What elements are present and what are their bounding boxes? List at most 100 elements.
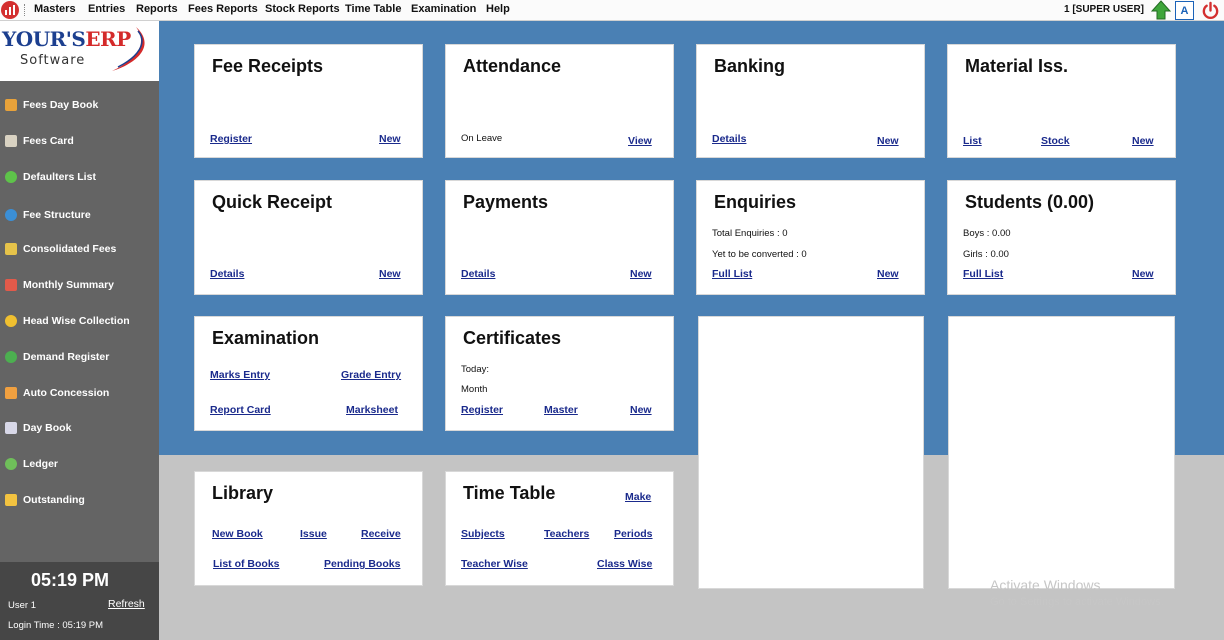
app-chart-icon[interactable] — [1, 1, 19, 19]
card-icon — [5, 135, 17, 147]
daybook-icon — [5, 422, 17, 434]
material-stock-link[interactable]: Stock — [1041, 135, 1070, 147]
receive-link[interactable]: Receive — [361, 528, 401, 540]
sidebar-item-label: Day Book — [23, 422, 72, 434]
menu-examination[interactable]: Examination — [411, 3, 476, 15]
new-book-link[interactable]: New Book — [212, 528, 263, 540]
menu-masters[interactable]: Masters — [34, 3, 76, 15]
menu-entries[interactable]: Entries — [88, 3, 125, 15]
periods-link[interactable]: Periods — [614, 528, 653, 540]
teachers-link[interactable]: Teachers — [544, 528, 589, 540]
sidebar-item-label: Consolidated Fees — [23, 243, 117, 255]
issue-link[interactable]: Issue — [300, 528, 327, 540]
card-library: Library New Book Issue Receive List of B… — [194, 471, 423, 586]
fee-receipts-register-link[interactable]: Register — [210, 133, 252, 145]
card-title: Enquiries — [714, 192, 797, 212]
power-icon[interactable] — [1201, 1, 1220, 20]
card-quick-receipt: Quick Receipt Details New — [194, 180, 423, 295]
report-card-link[interactable]: Report Card — [210, 404, 271, 416]
font-size-button[interactable]: A — [1175, 1, 1194, 20]
teacher-wise-link[interactable]: Teacher Wise — [461, 558, 528, 570]
certificates-master-link[interactable]: Master — [544, 404, 578, 416]
sidebar-item-head-wise-collection[interactable]: Head Wise Collection — [0, 311, 159, 333]
menu-separator — [24, 4, 26, 16]
card-title: Payments — [463, 192, 549, 212]
menu-fees-reports[interactable]: Fees Reports — [188, 3, 258, 15]
girls-count: Girls : 0.00 — [963, 249, 1009, 260]
sidebar-item-label: Defaulters List — [23, 171, 96, 183]
marks-entry-link[interactable]: Marks Entry — [210, 369, 270, 381]
menu-stock-reports[interactable]: Stock Reports — [265, 3, 340, 15]
clock: 05:19 PM — [30, 570, 110, 590]
sidebar-item-ledger[interactable]: Ledger — [0, 454, 159, 476]
sidebar-item-fees-day-book[interactable]: Fees Day Book — [0, 95, 159, 117]
menu-time-table[interactable]: Time Table — [345, 3, 401, 15]
attendance-view-link[interactable]: View — [628, 135, 652, 147]
list-of-books-link[interactable]: List of Books — [213, 558, 280, 570]
sidebar-item-label: Demand Register — [23, 351, 110, 363]
sidebar-item-defaulters-list[interactable]: Defaulters List — [0, 167, 159, 189]
material-new-link[interactable]: New — [1132, 135, 1154, 147]
enquiries-full-list-link[interactable]: Full List — [712, 268, 752, 280]
ledger-icon — [5, 458, 17, 470]
certificates-month: Month — [461, 384, 488, 395]
quick-receipt-new-link[interactable]: New — [379, 268, 401, 280]
yet-to-convert: Yet to be converted : 0 — [712, 249, 807, 260]
card-title: Fee Receipts — [212, 56, 324, 76]
sidebar-item-fees-card[interactable]: Fees Card — [0, 131, 159, 153]
sidebar-item-day-book[interactable]: Day Book — [0, 418, 159, 440]
logo-swoosh-icon — [112, 27, 145, 71]
sidebar-item-consolidated-fees[interactable]: Consolidated Fees — [0, 239, 159, 261]
on-leave-label: On Leave — [461, 133, 503, 144]
card-students: Students (0.00) Boys : 0.00 Girls : 0.00… — [947, 180, 1176, 295]
activation-watermark-title: Activate Windows — [990, 577, 1101, 593]
students-full-list-link[interactable]: Full List — [963, 268, 1003, 280]
empty-panel-right — [948, 316, 1175, 589]
upload-arrow-icon[interactable] — [1151, 0, 1171, 20]
card-title: Material Iss. — [965, 56, 1069, 76]
card-title: Certificates — [463, 328, 562, 348]
pending-books-link[interactable]: Pending Books — [324, 558, 400, 570]
session-user: User 1 — [8, 600, 36, 611]
card-material-issue: Material Iss. List Stock New — [947, 44, 1176, 158]
payments-new-link[interactable]: New — [630, 268, 652, 280]
enquiries-new-link[interactable]: New — [877, 268, 899, 280]
subjects-link[interactable]: Subjects — [461, 528, 505, 540]
menu-reports[interactable]: Reports — [136, 3, 178, 15]
sidebar-item-fee-structure[interactable]: Fee Structure — [0, 205, 159, 227]
sidebar-item-label: Fee Structure — [23, 209, 91, 221]
sidebar-item-label: Ledger — [23, 458, 59, 470]
sidebar-item-label: Monthly Summary — [23, 279, 115, 291]
certificates-register-link[interactable]: Register — [461, 404, 503, 416]
card-fee-receipts: Fee Receipts Register New — [194, 44, 423, 158]
menu-help[interactable]: Help — [486, 3, 510, 15]
sidebar-item-label: Fees Card — [23, 135, 74, 147]
grade-entry-link[interactable]: Grade Entry — [341, 369, 401, 381]
sidebar-item-outstanding[interactable]: Outstanding — [0, 490, 159, 512]
class-wise-link[interactable]: Class Wise — [597, 558, 652, 570]
outstanding-icon — [5, 494, 17, 506]
collection-icon — [5, 315, 17, 327]
sidebar-item-label: Outstanding — [23, 494, 85, 506]
payments-details-link[interactable]: Details — [461, 268, 495, 280]
students-new-link[interactable]: New — [1132, 268, 1154, 280]
session-panel: 05:19 PM User 1 Refresh Login Time : 05:… — [0, 562, 159, 640]
certificates-new-link[interactable]: New — [630, 404, 652, 416]
timetable-make-link[interactable]: Make — [625, 491, 651, 503]
card-title: Banking — [714, 56, 786, 76]
material-list-link[interactable]: List — [963, 135, 982, 147]
fee-receipts-new-link[interactable]: New — [379, 133, 401, 145]
sidebar-item-demand-register[interactable]: Demand Register — [0, 347, 159, 369]
card-title: Attendance — [463, 56, 562, 76]
quick-receipt-details-link[interactable]: Details — [210, 268, 244, 280]
sidebar-item-monthly-summary[interactable]: Monthly Summary — [0, 275, 159, 297]
banking-new-link[interactable]: New — [877, 135, 899, 147]
refresh-link[interactable]: Refresh — [108, 598, 145, 610]
boys-count: Boys : 0.00 — [963, 228, 1011, 239]
logo-subtitle: Software — [20, 53, 86, 68]
card-payments: Payments Details New — [445, 180, 674, 295]
sidebar-item-auto-concession[interactable]: Auto Concession — [0, 383, 159, 405]
marksheet-link[interactable]: Marksheet — [346, 404, 398, 416]
card-title: Students (0.00) — [965, 192, 1095, 212]
banking-details-link[interactable]: Details — [712, 133, 746, 145]
